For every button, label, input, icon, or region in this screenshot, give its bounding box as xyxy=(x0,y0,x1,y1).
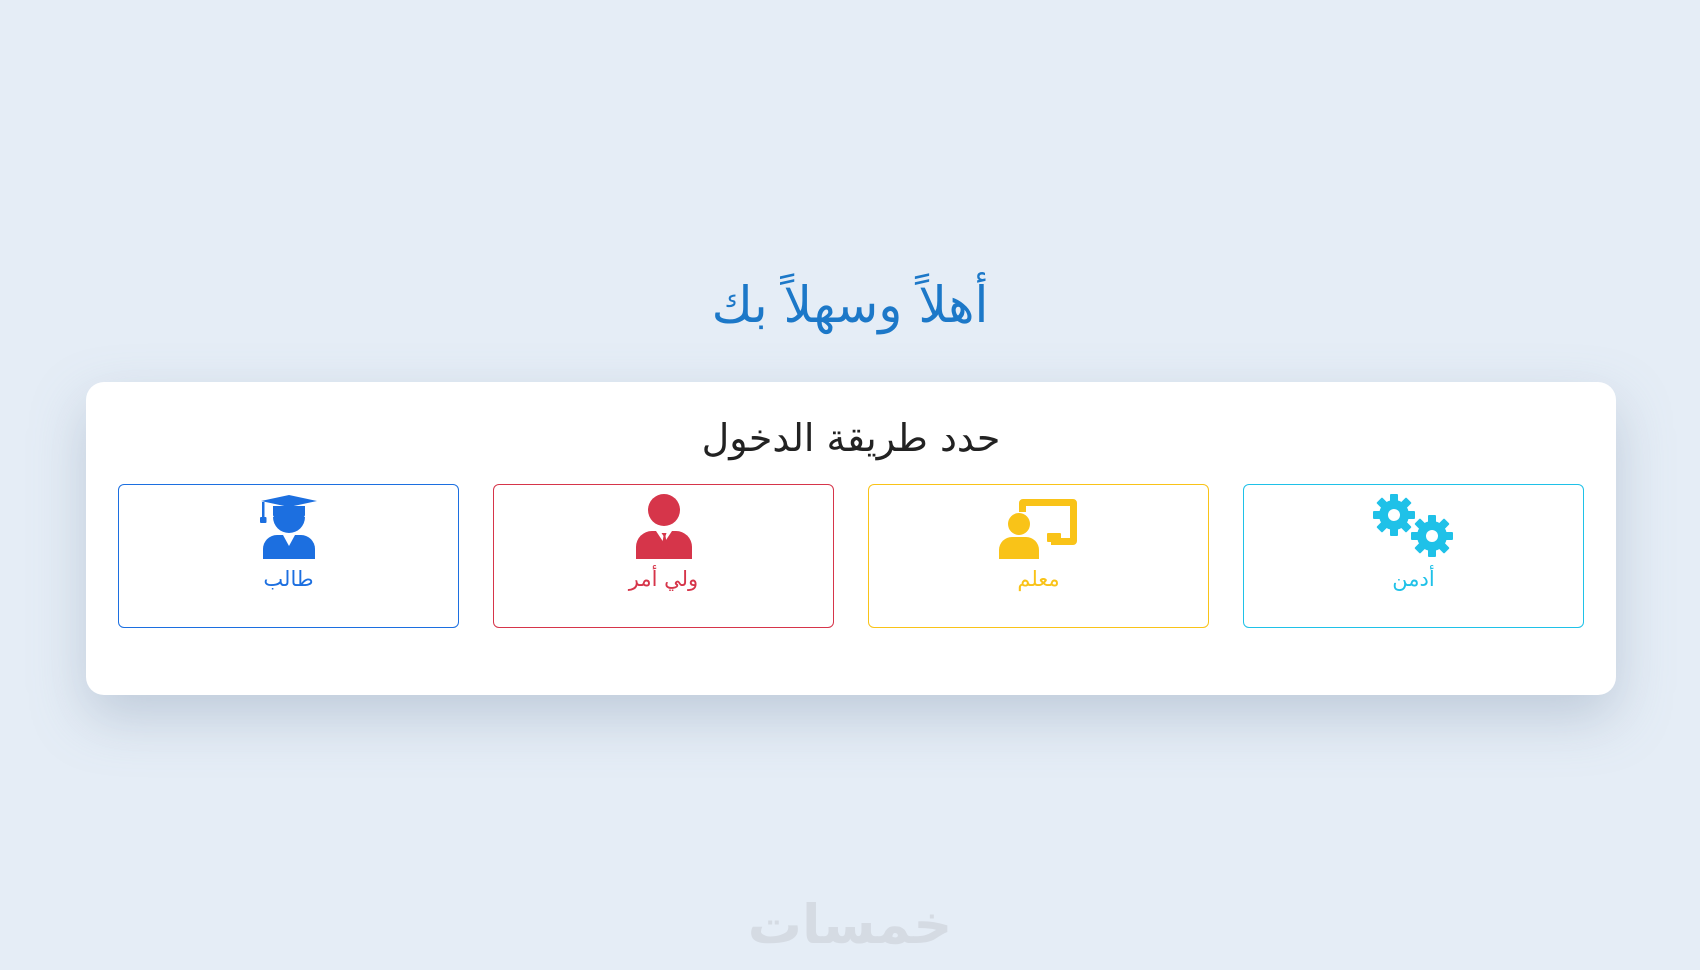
student-login-button[interactable]: طالب xyxy=(118,484,459,628)
card-heading: حدد طريقة الدخول xyxy=(701,416,1001,460)
login-method-card: حدد طريقة الدخول أدمن معلم ولي أمر طالب xyxy=(86,382,1616,695)
page-title: أهلاً وسهلاً بك xyxy=(711,276,989,334)
teacher-board-icon xyxy=(997,493,1081,559)
student-login-label: طالب xyxy=(263,567,314,591)
student-graduate-icon xyxy=(247,493,331,559)
teacher-login-label: معلم xyxy=(1017,567,1060,591)
admin-login-button[interactable]: أدمن xyxy=(1243,484,1584,628)
admin-login-label: أدمن xyxy=(1392,567,1435,591)
teacher-login-button[interactable]: معلم xyxy=(868,484,1209,628)
gears-icon xyxy=(1372,493,1456,559)
parent-login-button[interactable]: ولي أمر xyxy=(493,484,834,628)
login-options: أدمن معلم ولي أمر طالب xyxy=(118,484,1584,630)
khamsat-watermark: خمسات xyxy=(747,893,953,956)
parent-suit-icon xyxy=(622,493,706,559)
parent-login-label: ولي أمر xyxy=(628,567,699,591)
